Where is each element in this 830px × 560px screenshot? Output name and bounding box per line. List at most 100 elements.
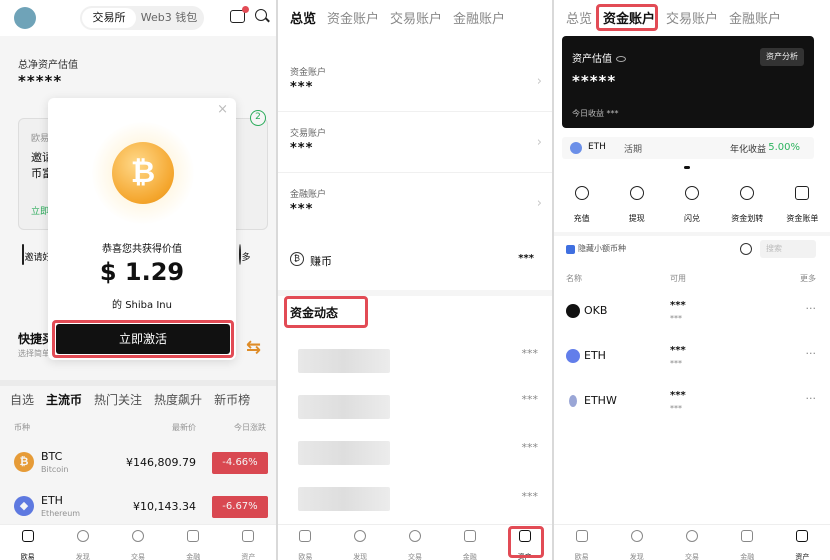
avatar[interactable] bbox=[14, 7, 36, 29]
coin-symbol: OKB bbox=[584, 304, 608, 317]
tab-exchange[interactable]: 交易所 bbox=[82, 8, 136, 28]
tab-overview[interactable]: 总览 bbox=[566, 8, 592, 27]
tab-finance-account[interactable]: 金融账户 bbox=[453, 8, 505, 27]
nav-home[interactable]: 欧易 bbox=[0, 525, 55, 560]
gear-icon[interactable] bbox=[740, 243, 752, 255]
tab-web3-wallet[interactable]: Web3 钱包 bbox=[136, 8, 202, 28]
wallet-icon bbox=[796, 530, 809, 542]
discover-icon bbox=[76, 530, 89, 542]
nav-trade[interactable]: 交易 bbox=[388, 525, 443, 560]
exchange-web3-switch[interactable]: 交易所 Web3 钱包 bbox=[80, 6, 204, 30]
okb-icon bbox=[566, 304, 580, 318]
chevron-right-icon: › bbox=[536, 74, 542, 89]
valuation-value: ***** bbox=[572, 72, 617, 90]
action-label: 闪兑 bbox=[684, 214, 700, 223]
bill-button[interactable]: 资金账单 bbox=[775, 184, 830, 224]
nav-home[interactable]: 欧易 bbox=[278, 525, 333, 560]
convert-icon bbox=[685, 186, 699, 200]
home-icon bbox=[575, 530, 588, 542]
nav-trade[interactable]: 交易 bbox=[110, 525, 165, 560]
eth-bar-yield-label: 年化收益 bbox=[729, 145, 766, 155]
activity-value: *** bbox=[521, 441, 539, 454]
earn-label: 赚币 bbox=[310, 255, 332, 268]
activity-item-blurred[interactable] bbox=[298, 487, 390, 511]
action-label: 提现 bbox=[628, 214, 645, 223]
nav-assets[interactable]: 资产 bbox=[221, 525, 276, 560]
activity-item-blurred[interactable] bbox=[298, 395, 390, 419]
nav-assets[interactable]: 资产 bbox=[775, 525, 830, 560]
search-icon[interactable] bbox=[255, 9, 267, 21]
coin-row-eth[interactable]: ETH *** *** ··· bbox=[554, 345, 830, 389]
nav-discover[interactable]: 发现 bbox=[55, 525, 110, 560]
coin-row-okb[interactable]: OKB *** *** ··· bbox=[554, 300, 830, 344]
ethw-icon bbox=[569, 395, 577, 407]
message-icon[interactable] bbox=[230, 6, 249, 23]
nav-label: 交易 bbox=[131, 553, 145, 560]
nav-trade[interactable]: 交易 bbox=[664, 525, 719, 560]
home-icon bbox=[299, 530, 312, 542]
tab-funding-account[interactable]: 资金账户 bbox=[327, 8, 379, 27]
asset-analysis-button[interactable]: 资产分析 bbox=[760, 48, 804, 66]
tab-trading-account[interactable]: 交易账户 bbox=[390, 8, 442, 27]
coin-value: *** bbox=[670, 314, 682, 323]
valuation-label-wrap: 资产估值 bbox=[572, 50, 626, 65]
nav-discover[interactable]: 发现 bbox=[609, 525, 664, 560]
header-available: 可用 bbox=[670, 274, 686, 283]
coin-row-ethw[interactable]: ETHW *** *** ··· bbox=[554, 390, 830, 434]
tab-finance-account[interactable]: 金融账户 bbox=[729, 8, 781, 27]
popup-amount: $ 1.29 bbox=[99, 258, 185, 286]
coin-value: *** bbox=[670, 359, 682, 368]
more-icon[interactable]: ··· bbox=[806, 347, 817, 360]
deposit-button[interactable]: 充值 bbox=[554, 184, 609, 224]
eth-bar-coin: ETH bbox=[588, 142, 606, 152]
nav-finance[interactable]: 金融 bbox=[166, 525, 221, 560]
search-input[interactable]: 搜索 bbox=[760, 240, 816, 258]
page-indicator bbox=[684, 166, 690, 169]
highlight-fund-activity bbox=[284, 296, 368, 328]
nav-label: 金融 bbox=[740, 553, 755, 560]
activity-item-blurred[interactable] bbox=[298, 349, 390, 373]
convert-button[interactable]: 闪兑 bbox=[664, 184, 719, 224]
deposit-icon bbox=[574, 186, 589, 200]
valuation-card: 资产估值 ***** 今日收益 *** 资产分析 bbox=[562, 36, 814, 128]
account-label: 交易账户 bbox=[290, 129, 327, 139]
coin-value: *** bbox=[670, 404, 682, 413]
tab-overview[interactable]: 总览 bbox=[290, 8, 316, 27]
home-icon bbox=[21, 530, 34, 542]
coin-symbol: ETHW bbox=[584, 394, 617, 407]
trading-account-row[interactable]: 交易账户 *** › bbox=[278, 113, 552, 173]
nav-label: 资产 bbox=[795, 553, 810, 560]
earn-row[interactable]: ₿ 赚币 *** bbox=[278, 236, 552, 284]
finance-account-row[interactable]: 金融账户 *** › bbox=[278, 174, 552, 234]
tab-trading-account[interactable]: 交易账户 bbox=[666, 8, 718, 27]
action-label: 资金划转 bbox=[731, 214, 764, 223]
assets-overview-screen: 总览 资金账户 交易账户 金融账户 资金账户 *** › 交易账户 *** › … bbox=[278, 0, 552, 560]
action-label: 资金账单 bbox=[786, 214, 819, 223]
more-icon[interactable]: ··· bbox=[806, 302, 817, 315]
nav-discover[interactable]: 发现 bbox=[333, 525, 388, 560]
nav-label: 资产 bbox=[241, 553, 256, 560]
nav-home[interactable]: 欧易 bbox=[554, 525, 609, 560]
coin-symbol: ETH bbox=[584, 349, 606, 362]
eth-bar-type: 活期 bbox=[624, 145, 643, 155]
more-icon[interactable]: ··· bbox=[806, 392, 817, 405]
hide-small-checkbox[interactable] bbox=[566, 245, 575, 254]
finance-icon bbox=[187, 530, 200, 542]
eth-earn-bar[interactable]: ETH 活期 年化收益 5.00% bbox=[562, 137, 814, 159]
nav-label: 发现 bbox=[75, 553, 90, 560]
trade-icon bbox=[686, 530, 698, 542]
highlight-assets-nav bbox=[508, 526, 544, 558]
eth-icon bbox=[570, 142, 582, 154]
funding-account-row[interactable]: 资金账户 *** › bbox=[278, 52, 552, 112]
activity-item-blurred[interactable] bbox=[298, 441, 390, 465]
withdraw-button[interactable]: 提现 bbox=[609, 184, 664, 224]
eye-hidden-icon[interactable] bbox=[616, 56, 626, 62]
nav-finance[interactable]: 金融 bbox=[442, 525, 497, 560]
nav-finance[interactable]: 金融 bbox=[720, 525, 775, 560]
transfer-button[interactable]: 资金划转 bbox=[720, 184, 775, 224]
chevron-right-icon: › bbox=[536, 135, 542, 150]
earn-icon: ₿ bbox=[290, 252, 304, 266]
close-icon[interactable]: × bbox=[217, 102, 228, 117]
nav-label: 欧易 bbox=[20, 553, 35, 560]
nav-label: 发现 bbox=[353, 553, 368, 560]
